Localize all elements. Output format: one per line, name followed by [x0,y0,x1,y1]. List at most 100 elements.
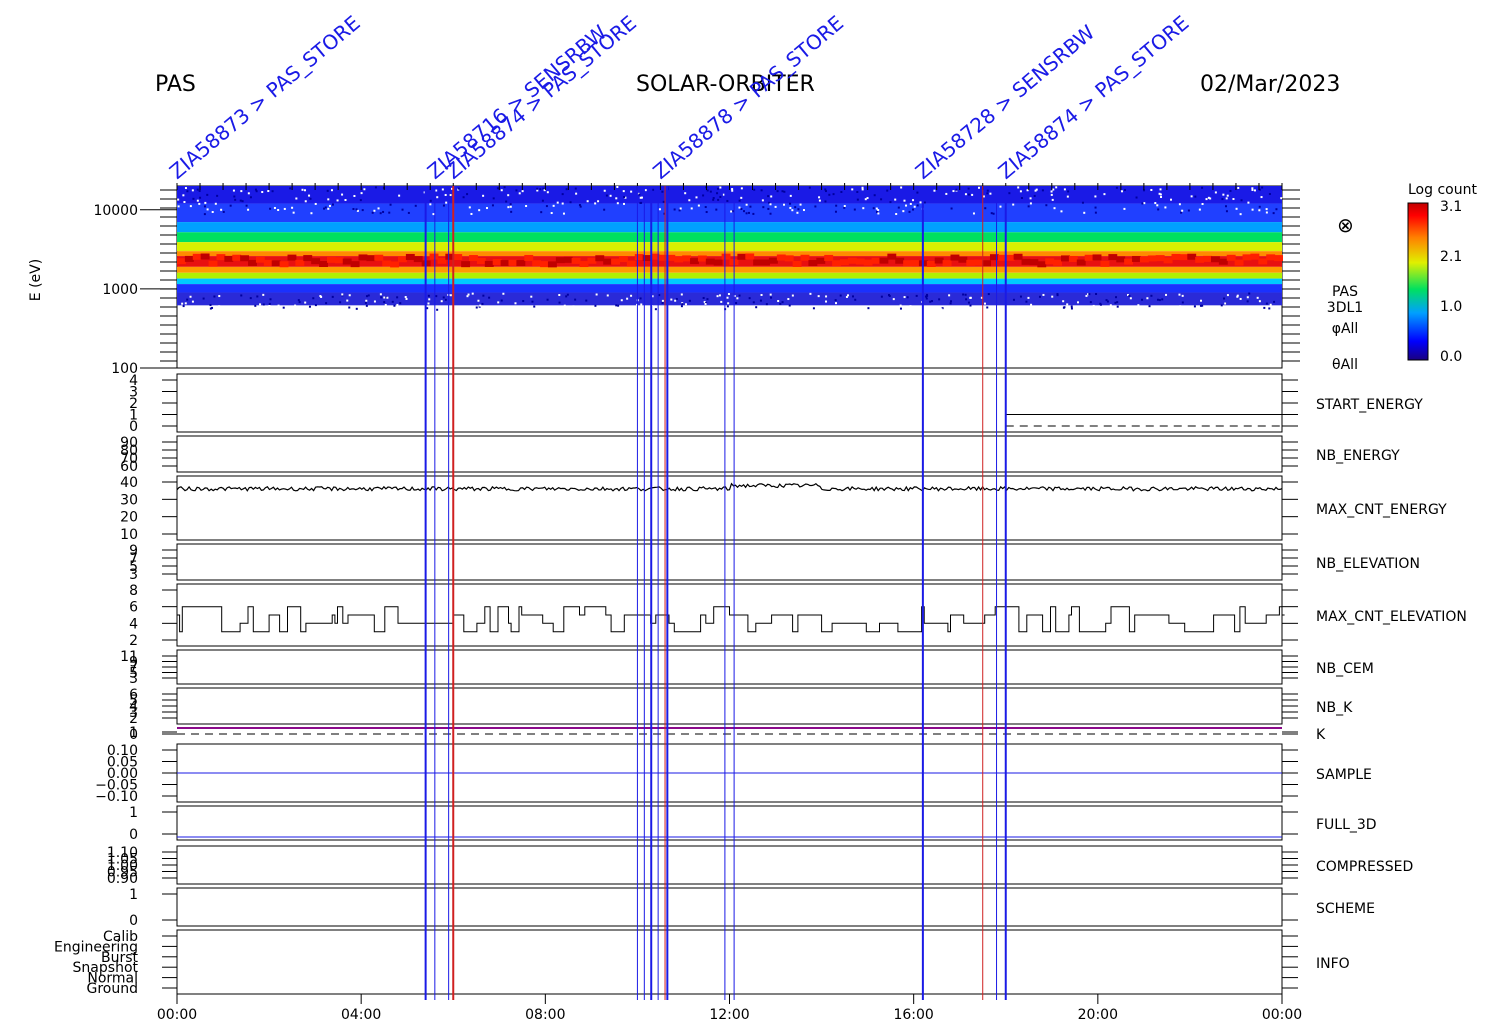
spectrogram-speckle [198,202,201,205]
spectrogram-speckle [245,204,248,207]
spectrogram-core [398,256,407,263]
spectrogram-core [1203,255,1212,262]
spectrogram-speckle [1205,198,1208,201]
spectrogram-speckle [1156,298,1159,301]
spectrogram-speckle [204,201,207,204]
spectrogram-speckle [899,304,902,307]
spectrogram-speckle [440,300,443,303]
spectrogram-core [1266,254,1276,261]
spectrogram-speckle [986,192,989,195]
spectrogram-speckle [972,212,975,215]
spectrogram-speckle [794,206,797,209]
spectrogram-speckle [232,189,235,192]
instrument-label: PAS [155,72,196,97]
spec-side-label-0: PAS [1332,284,1358,300]
spectrogram-speckle [323,207,326,210]
spectrogram-speckle [380,296,383,299]
spectrogram-speckle [510,210,513,213]
spectrogram-speckle [940,308,943,311]
spectrogram-speckle [697,204,700,207]
spectrogram-speckle [1060,210,1063,213]
panel-frame [176,475,1283,541]
spectrogram-speckle [182,194,185,197]
spectrogram-speckle [1199,299,1202,302]
spectrogram-core [1005,254,1015,261]
panel-sample: 0.100.050.00−0.05−0.10SAMPLE [95,743,1372,805]
spectrogram-speckle [282,306,285,309]
spectrogram-speckle [552,204,555,207]
spectrogram-speckle [202,297,205,300]
spectrogram-core [942,260,952,267]
spectrogram-speckle [1109,304,1112,307]
panel-frame [176,543,1283,581]
spectrogram-speckle [1092,304,1095,307]
spectrogram-speckle [945,192,948,195]
spectrogram-speckle [886,189,889,192]
spectrogram-speckle [965,298,968,301]
spectrogram-speckle [1280,197,1283,200]
spectrogram-speckle [670,298,673,301]
spectrogram-speckle [1240,199,1243,202]
spectrogram-core [776,254,786,261]
spectrogram-core [390,261,399,268]
spectrogram-speckle [1251,208,1254,211]
panel-frame [176,649,1283,685]
spectrogram-speckle [312,297,315,300]
spectrogram-speckle [603,189,606,192]
spectrogram-speckle [770,296,773,299]
spectrogram-speckle [436,196,439,199]
spectrogram-core [879,257,889,264]
spectrogram-core [587,257,597,264]
panel-scheme: 1 0 SCHEME [129,887,1375,929]
spectrogram-speckle [198,189,201,192]
spectrogram-speckle [1225,197,1228,200]
spectrogram-speckle [1094,195,1097,198]
spectrogram-ytick-label: 1000 [102,282,138,298]
spectrogram-speckle [531,300,534,303]
panel-ytick-label: 0 [129,827,138,843]
spectrogram-speckle [234,198,237,201]
spectrogram-speckle [824,200,827,203]
spectrogram-speckle [220,208,223,211]
spectrogram-core [1029,259,1039,266]
spectrogram-core [768,257,778,264]
spectrogram-speckle [690,207,693,210]
spectrogram-speckle [315,307,318,310]
spectrogram-core [216,254,226,261]
spectrogram-speckle [379,293,382,296]
spectrogram-speckle [726,305,729,308]
spectrogram-speckle [1089,301,1092,304]
spectrogram-speckle [540,211,543,214]
spectrogram-speckle [745,203,748,206]
spectrogram-core [240,255,250,262]
spectrogram-speckle [925,297,928,300]
spectrogram-speckle [556,201,559,204]
spectrogram-speckle [304,301,307,304]
spectrogram-speckle [1247,201,1250,204]
spectrogram-speckle [851,188,854,191]
spectrogram-speckle [812,307,815,310]
spectrogram-speckle [788,304,791,307]
spectrogram-speckle [626,297,629,300]
spectrogram-band-2 [177,222,1282,233]
spectrogram-speckle [873,194,876,197]
spectrogram-speckle [1051,198,1054,201]
spectrogram-speckle [1128,294,1131,297]
spectrogram-speckle [1180,211,1183,214]
spectrogram-core [334,257,344,264]
spectrogram-speckle [1181,294,1184,297]
spectrogram-speckle [435,189,438,192]
spectrogram-speckle [341,293,344,296]
panel-nb-energy: 90807060NB_ENERGY [120,435,1400,475]
spectrogram-speckle [1150,188,1153,191]
spectrogram-core [1021,258,1031,265]
time-tick-label: 08:00 [525,1007,565,1020]
spectrogram-speckle [617,304,620,307]
spectrogram-speckle [735,302,738,305]
spectrogram-speckle [1062,306,1065,309]
spectrogram-speckle [930,300,933,303]
spectrogram-speckle [203,213,206,216]
max-cnt-elevation-trace [177,606,1285,633]
spectrogram-core [350,261,360,268]
spectrogram-speckle [1033,194,1036,197]
